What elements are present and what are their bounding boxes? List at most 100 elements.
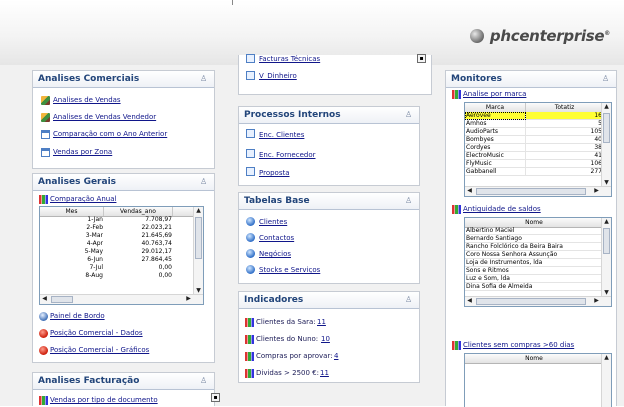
pin-icon[interactable]: ♙ [405,295,413,304]
scroll-left-icon[interactable]: ◀ [465,187,474,195]
pin-icon[interactable]: ♙ [200,376,208,385]
panel-title: Monitores [451,74,503,84]
pin-icon[interactable]: ♙ [200,74,208,83]
indicator-value[interactable]: 4 [334,352,338,360]
col-header-totatiz[interactable]: Totatiz [526,103,604,112]
vertical-scrollbar[interactable]: ▲ ▼ [193,207,203,295]
vertical-scrollbar[interactable]: ▲ ▼ [601,218,611,297]
link-posicao-comercial-graficos[interactable]: Posição Comercial - Gráficos [50,346,149,354]
col-header-nome[interactable]: Nome [465,218,604,227]
table-antiguidade-saldos: Nome Albertino Maciel Bernardo Santiago … [464,217,612,307]
table-row[interactable]: Amhos5 [465,120,604,128]
indicator-value[interactable]: 11 [320,369,329,377]
document-icon [246,54,255,63]
link-proposta[interactable]: Proposta [259,169,290,177]
chart-icon [39,396,48,405]
indicator-label: Clientes da Sara: [256,318,316,326]
table-row[interactable]: Loja de Instrumentos, lda [465,259,604,267]
table-row[interactable]: Gabbanell 277 [465,168,604,176]
table-row-selected[interactable]: Aerovee 16 [465,112,604,120]
link-comparacao-ano-anterior[interactable]: Comparação com o Ano Anterior [53,130,167,138]
pin-icon[interactable]: ♙ [200,177,208,186]
horizontal-scrollbar[interactable]: ◀ ▶ [465,186,611,196]
calendar-icon [41,130,50,139]
vertical-scrollbar[interactable]: ▲ ▼ [601,103,611,187]
link-comparacao-anual[interactable]: Comparação Anual [50,195,116,203]
col-header-vendas-ano[interactable]: Vendas_ano [104,207,173,216]
link-contactos[interactable]: Contactos [259,234,294,242]
link-analises-vendas-vendedor[interactable]: Analises de Vendas Vendedor [53,113,156,121]
table-analise-marca: Marca Totatiz Aerovee16 Amhos5 AudioPart… [464,102,612,197]
table-clientes-sem-compras: Nome ▲ [464,353,612,407]
link-clientes[interactable]: Clientes [259,218,287,226]
indicator-icon [245,369,254,378]
indicator-value[interactable]: 10 [321,335,330,343]
link-stocks-servicos[interactable]: Stocks e Serviços [259,266,320,274]
table-row[interactable]: AudioParts 105 [465,128,604,136]
scroll-right-icon[interactable]: ▶ [592,187,601,195]
table-row[interactable]: Coro Nossa Senhora Assunção [465,251,604,259]
dashboard-canvas: Analises Comerciais ♙ Analises de Vendas… [0,54,624,407]
link-antiguidade-saldos[interactable]: Antiguidade de saldos [463,205,541,213]
indicator-icon [245,335,254,344]
scroll-up-icon[interactable]: ▲ [602,103,611,111]
expand-icon[interactable]: ▪ [417,54,426,63]
col-header-marca[interactable]: Marca [465,103,526,112]
scroll-thumb[interactable] [603,228,610,254]
table-row[interactable]: Bernardo Santiago [465,235,604,243]
col-header-nome[interactable]: Nome [465,354,604,363]
pin-icon[interactable]: ♙ [405,196,413,205]
vertical-scrollbar[interactable]: ▲ [601,354,611,407]
scroll-right-icon[interactable]: ▶ [592,297,601,305]
link-analise-marca[interactable]: Analise por marca [463,90,526,98]
table-row[interactable]: Cordyes 38 [465,144,604,152]
scroll-thumb[interactable] [51,296,73,303]
link-clientes-sem-compras[interactable]: Clientes sem compras >60 dias [463,341,574,349]
table-icon [246,249,255,258]
scroll-thumb[interactable] [476,188,586,195]
link-analises-vendas[interactable]: Analises de Vendas [53,96,121,104]
link-vendas-tipo-documento[interactable]: Vendas por tipo de documento [50,396,158,404]
scroll-thumb[interactable] [603,113,610,143]
scroll-thumb[interactable] [195,217,202,259]
scroll-up-icon[interactable]: ▲ [602,354,611,362]
panel-title-bar: Analises Comerciais ♙ [33,71,214,88]
table-row[interactable]: Dina Sofia de Almeida [465,283,604,291]
scroll-up-icon[interactable]: ▲ [194,207,203,215]
horizontal-scrollbar[interactable]: ◀ ▶ [465,296,611,306]
table-row[interactable]: ElectroMusic 41 [465,152,604,160]
pin-icon[interactable]: ♙ [405,110,413,119]
pin-icon[interactable]: ♙ [602,74,610,83]
table-row: 1-Jan 7.708,97 [87,216,172,223]
scroll-thumb[interactable] [476,298,586,305]
chart-icon [39,195,48,204]
link-negocios[interactable]: Negócios [259,250,291,258]
panel-analises-facturacao: Analises Facturação ♙ Vendas por tipo de… [32,372,220,406]
indicator-icon [245,352,254,361]
link-painel-bordo[interactable]: Painel de Bordo [50,312,105,320]
table-row[interactable]: Bombyes 40 [465,136,604,144]
table-row[interactable]: Sons e Ritmos [465,267,604,275]
scroll-left-icon[interactable]: ◀ [40,295,49,303]
cube-icon [41,113,50,122]
scroll-up-icon[interactable]: ▲ [602,218,611,226]
table-row[interactable]: Luz e Som, lda [465,275,604,283]
link-facturas-tecnicas[interactable]: Facturas Técnicas [259,55,320,63]
horizontal-scrollbar[interactable]: ◀ ▶ [40,294,203,304]
panel-processos-internos: Processos Internos ♙ Enc. Clientes Enc. … [238,106,420,186]
scroll-left-icon[interactable]: ◀ [465,297,474,305]
panel-title-bar: Analises Facturação ♙ [33,373,214,390]
link-enc-clientes[interactable]: Enc. Clientes [259,131,304,139]
col-header-mes[interactable]: Mes [40,207,104,216]
indicator-value[interactable]: 11 [317,318,326,326]
scroll-right-icon[interactable]: ▶ [184,295,193,303]
table-row[interactable]: Rancho Folclórico da Beira Baira [465,243,604,251]
link-posicao-comercial-dados[interactable]: Posição Comercial - Dados [50,329,143,337]
link-v-dinheiro[interactable]: V_Dinheiro [259,72,297,80]
link-vendas-por-zona[interactable]: Vendas por Zona [53,148,112,156]
panel-title-bar: Analises Gerais ♙ [33,174,214,191]
link-enc-fornecedor[interactable]: Enc. Fornecedor [259,151,315,159]
table-row[interactable]: Albertino Maciel [465,227,604,235]
table-row[interactable]: FlyMusic 106 [465,160,604,168]
expand-icon[interactable]: ▪ [211,393,220,402]
